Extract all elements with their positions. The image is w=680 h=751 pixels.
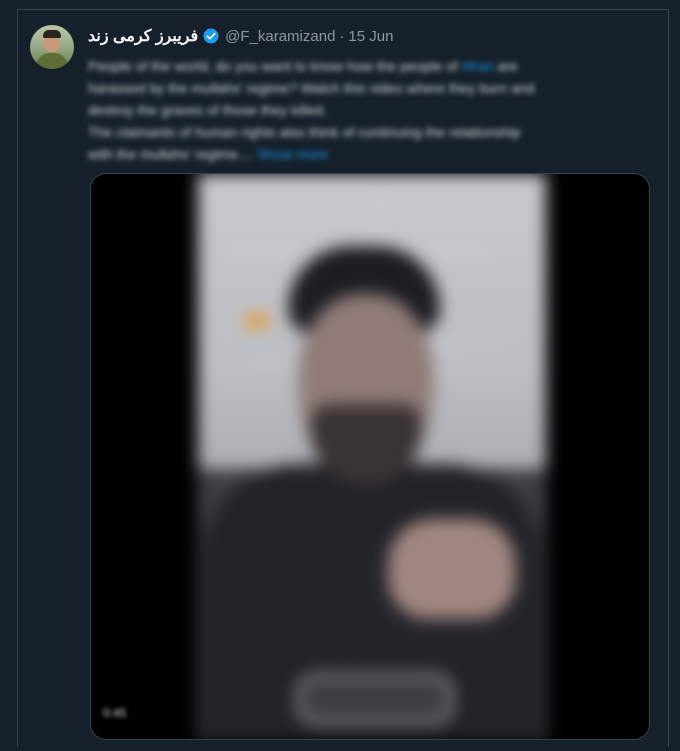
avatar[interactable] [30, 25, 74, 69]
header-separator: · [339, 27, 345, 45]
display-name[interactable]: فريبرز کرمی زند [88, 26, 198, 46]
tweet-text-line-3: destroy the graves of those they killed. [88, 102, 327, 118]
video-duration: 0:45 [103, 706, 127, 720]
tweet-text-line-4: The claimants of human rights also think… [88, 124, 521, 140]
tweet-text-line-2: harassed by the mullahs' regime? Watch t… [88, 80, 535, 96]
username-handle[interactable]: @F_karamizand [225, 28, 335, 45]
tweet-text-line-5-text: with the mullahs' regime.... [88, 146, 254, 162]
ceiling-light [243, 314, 271, 328]
video-frame[interactable] [198, 174, 546, 739]
video-watermark [297, 674, 453, 724]
person-hand [388, 519, 516, 619]
hashtag-link[interactable]: #Iran [462, 58, 494, 74]
show-more-link[interactable]: Show more [257, 146, 328, 162]
verified-badge-icon [203, 28, 219, 44]
tweet-card[interactable]: فريبرز کرمی زند @F_karamizand · 15 Jun P… [17, 9, 669, 747]
tweet-text-line-1: People of the world, do you want to know… [88, 55, 650, 77]
tweet-text: People of the world, do you want to know… [88, 55, 650, 165]
tweet-text-line-1-prefix: People of the world, do you want to know… [88, 58, 462, 74]
tweet-text-line-5: with the mullahs' regime.... Show more [88, 143, 650, 165]
tweet-header: فريبرز کرمی زند @F_karamizand · 15 Jun [88, 25, 393, 47]
video-player[interactable]: 0:45 [90, 173, 650, 740]
tweet-date[interactable]: 15 Jun [348, 28, 393, 45]
tweet-text-line-1-suffix: are [493, 58, 518, 74]
avatar-shirt [36, 53, 68, 69]
avatar-hair [43, 30, 61, 38]
